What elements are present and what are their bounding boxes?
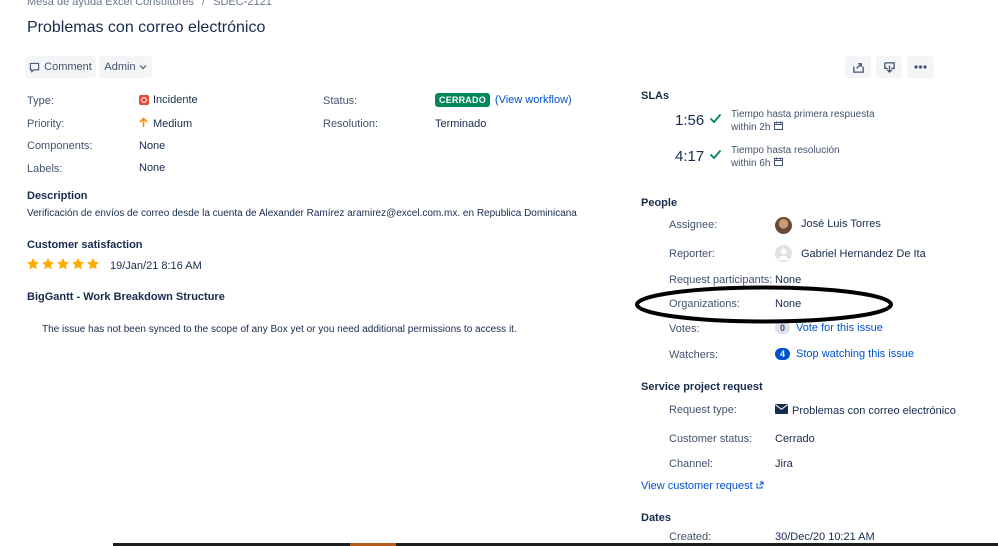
sla-goal: within 6h: [731, 157, 784, 170]
created-label: Created:: [669, 531, 712, 543]
chevron-down-icon: [139, 63, 147, 71]
breadcrumb-separator: /: [202, 0, 206, 8]
description-text[interactable]: Verificación de envíos de correo desde l…: [27, 208, 577, 219]
reporter-label: Reporter:: [669, 248, 715, 260]
priority-arrow-up-icon: [139, 117, 148, 131]
assignee-value[interactable]: José Luis Torres: [801, 218, 881, 230]
view-customer-request-link[interactable]: View customer request: [641, 480, 764, 492]
annotation-ellipse: [635, 285, 893, 324]
comment-icon: [29, 62, 40, 73]
view-customer-request-text: View customer request: [641, 480, 753, 492]
watchers-value[interactable]: 4 Stop watching this issue: [775, 348, 914, 360]
satisfaction-rating: 19/Jan/21 8:16 AM: [26, 257, 202, 274]
status-badge: CERRADO: [435, 93, 490, 107]
satisfaction-heading: Customer satisfaction: [27, 239, 143, 251]
customer-status-value: Cerrado: [775, 433, 815, 445]
components-value: None: [139, 140, 166, 152]
request-type-label: Request type:: [669, 404, 737, 416]
request-type-value: Problemas con correo electrónico: [775, 404, 956, 417]
incident-icon: [139, 95, 149, 105]
request-type-text: Problemas con correo electrónico: [792, 404, 956, 417]
slas-heading: SLAs: [641, 90, 670, 102]
calendar-icon: [774, 121, 784, 134]
priority-label: Priority:: [27, 118, 65, 130]
description-heading: Description: [27, 190, 88, 202]
check-icon: [709, 113, 722, 127]
share-button[interactable]: [845, 56, 871, 78]
sla-name: Tiempo hasta resolución: [731, 145, 840, 156]
comment-button[interactable]: Comment: [25, 56, 96, 78]
biggantt-message: The issue has not been synced to the sco…: [42, 324, 517, 335]
channel-label: Channel:: [669, 458, 714, 470]
admin-dropdown-label: Admin: [104, 61, 136, 73]
mail-icon: [775, 404, 788, 417]
star-icon: [41, 257, 55, 274]
sla-goal: within 2h: [731, 121, 784, 134]
dates-heading: Dates: [641, 512, 671, 524]
sla-time: 1:56: [675, 112, 705, 129]
priority-value[interactable]: Medium: [139, 117, 192, 131]
star-icon: [86, 257, 100, 274]
satisfaction-date: 19/Jan/21 8:16 AM: [110, 259, 202, 272]
labels-value: None: [139, 162, 166, 174]
people-heading: People: [641, 197, 678, 209]
avatar: [775, 245, 792, 262]
calendar-icon: [774, 157, 784, 170]
status-label: Status:: [323, 95, 358, 107]
more-icon: [914, 65, 927, 69]
stop-watching-link[interactable]: Stop watching this issue: [796, 348, 914, 360]
export-icon: [883, 61, 896, 74]
view-workflow-link[interactable]: (View workflow): [495, 94, 572, 106]
export-button[interactable]: [876, 56, 902, 78]
created-value: 30/Dec/20 10:21 AM: [775, 531, 875, 543]
star-icon: [56, 257, 70, 274]
comment-button-label: Comment: [44, 61, 92, 73]
components-label: Components:: [27, 140, 93, 152]
labels-label: Labels:: [27, 163, 63, 175]
more-actions-button[interactable]: [907, 56, 934, 78]
star-icon: [26, 257, 40, 274]
channel-value: Jira: [775, 458, 793, 470]
sla-goal-text: within 2h: [731, 122, 771, 133]
watchers-label: Watchers:: [669, 349, 719, 361]
type-value[interactable]: Incidente: [139, 94, 198, 106]
breadcrumb-project-link[interactable]: Mesa de ayuda Excel Consultores: [27, 0, 194, 8]
check-icon: [709, 149, 722, 163]
priority-value-text: Medium: [153, 118, 193, 130]
share-icon: [852, 61, 865, 74]
breadcrumb-issue-link[interactable]: SDEC-2121: [213, 0, 272, 8]
star-icon: [71, 257, 85, 274]
sla-time: 4:17: [675, 148, 705, 165]
resolution-value: Terminado: [435, 118, 487, 130]
biggantt-heading: BigGantt - Work Breakdown Structure: [27, 291, 225, 303]
reporter-value[interactable]: Gabriel Hernandez De Ita: [801, 248, 926, 260]
issue-title: Problemas con correo electrónico: [27, 19, 266, 36]
avatar: [775, 217, 792, 234]
type-value-text: Incidente: [153, 94, 198, 106]
status-value: CERRADO (View workflow): [435, 93, 572, 107]
external-link-icon: [756, 480, 764, 492]
customer-status-label: Customer status:: [669, 433, 753, 445]
type-label: Type:: [27, 95, 54, 107]
resolution-label: Resolution:: [323, 118, 379, 130]
sla-name: Tiempo hasta primera respuesta: [731, 109, 875, 120]
breadcrumb: Mesa de ayuda Excel Consultores / SDEC-2…: [27, 0, 272, 8]
service-request-heading: Service project request: [641, 381, 763, 393]
admin-dropdown[interactable]: Admin: [99, 56, 152, 78]
sla-goal-text: within 6h: [731, 158, 771, 169]
assignee-label: Assignee:: [669, 219, 718, 231]
watchers-count-badge: 4: [775, 348, 791, 360]
